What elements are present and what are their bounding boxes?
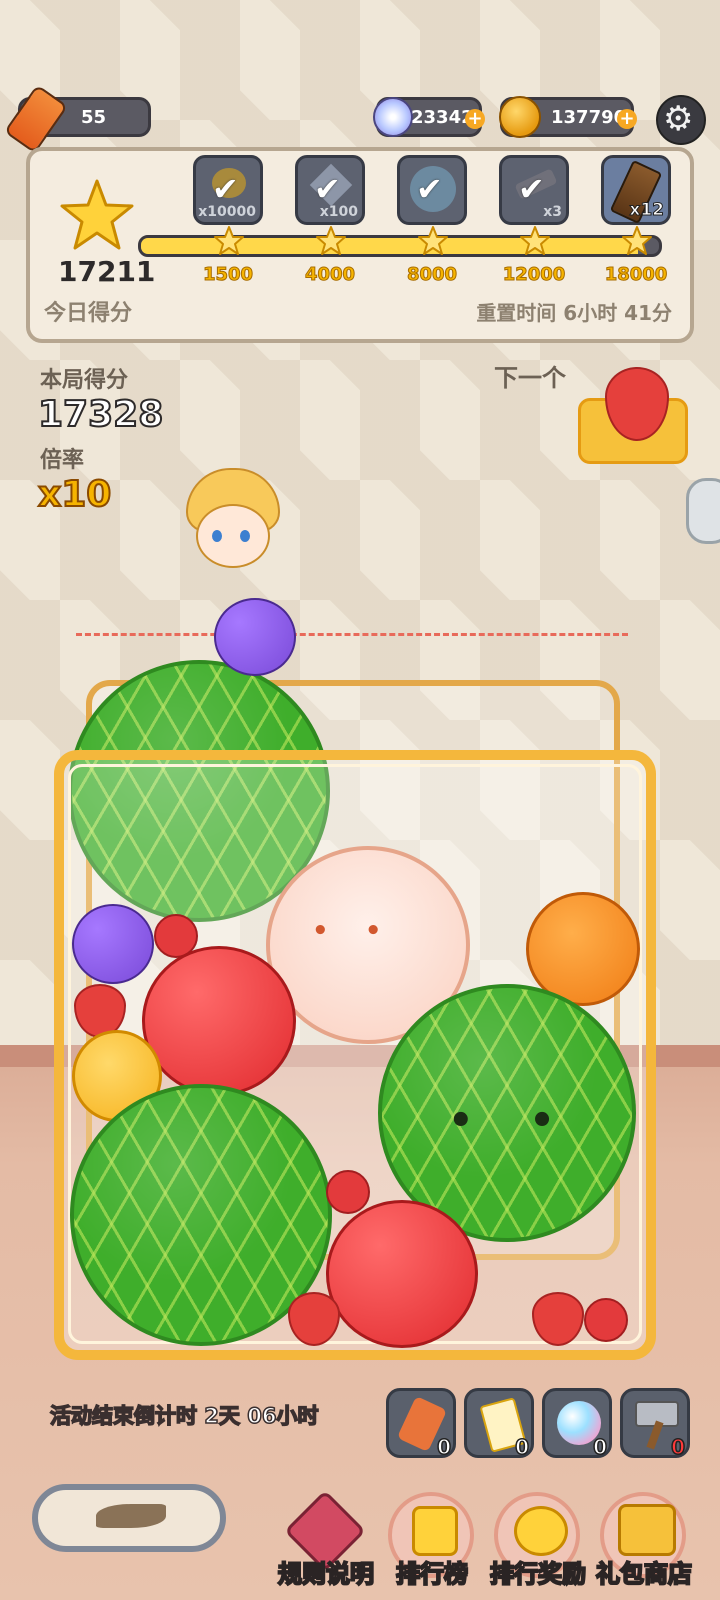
apple-fruit — [142, 946, 296, 1096]
milestone-star-icon — [418, 226, 448, 255]
reward-multiplier: x12 — [629, 200, 665, 221]
reward-box-1[interactable]: ✔ x10000 — [193, 155, 263, 225]
grape-fruit — [72, 904, 154, 984]
gift-shop-icon — [618, 1504, 676, 1556]
milestone-star-icon — [316, 226, 346, 255]
reward-multiplier: x100 — [319, 204, 358, 220]
leaderboard-icon — [412, 1506, 458, 1556]
rank-reward-icon — [514, 1506, 568, 1556]
multiplier-value: x10 — [37, 473, 112, 516]
energy-value: 55 — [81, 106, 107, 128]
tool-slot-hammer[interactable]: 0 — [620, 1388, 690, 1460]
milestone-label: 1500 — [202, 264, 254, 286]
reward-multiplier: x10000 — [198, 204, 256, 220]
daily-score-label: 今日得分 — [44, 301, 133, 326]
gear-icon: ⚙ — [663, 99, 694, 139]
big-star-icon — [60, 179, 134, 250]
next-label: 下一个 — [494, 364, 566, 392]
gems-counter[interactable]: 23342 + — [373, 97, 485, 137]
event-countdown: 活动结束倒计时 2天 06小时 — [49, 1403, 319, 1429]
coins-value: 137790 — [551, 106, 627, 128]
tool-slot-candy[interactable]: 0 — [386, 1388, 456, 1460]
next-fruit-holder — [578, 367, 688, 464]
gems-plus-button[interactable]: + — [465, 109, 485, 129]
multiplier-label: 倍率 — [40, 448, 85, 473]
nav-label-leaderboard: 排行榜 — [395, 1559, 469, 1589]
coins-counter[interactable]: 137790 + — [499, 96, 637, 138]
melon-face: • • — [448, 1098, 555, 1144]
milestone-star-icon — [520, 226, 550, 255]
reset-time-text: 重置时间 6小时 41分 — [476, 301, 672, 325]
reward-box-4[interactable]: ✔ x3 — [499, 155, 569, 225]
tool-count: 0 — [670, 1434, 685, 1460]
tool-count: 0 — [592, 1434, 607, 1460]
reward-box-3[interactable]: ✔ — [397, 155, 467, 225]
milestone-label: 18000 — [604, 264, 668, 286]
peach-face: • • — [312, 916, 382, 946]
nav-label-gift-shop: 礼包商店 — [595, 1559, 693, 1589]
side-tab[interactable] — [686, 478, 720, 544]
drop-line — [76, 633, 628, 636]
reward-multiplier: x3 — [543, 204, 562, 220]
reward-box-5[interactable]: x12 — [601, 155, 671, 225]
menu-button[interactable] — [32, 1484, 226, 1552]
character-avatar — [178, 468, 282, 574]
milestone-label: 4000 — [304, 264, 356, 286]
checkmark-icon: ✔ — [212, 170, 239, 208]
milestone-star-icon — [622, 226, 652, 255]
checkmark-icon: ✔ — [314, 170, 341, 208]
strawberry-icon — [605, 367, 669, 441]
tool-count: 0 — [436, 1434, 451, 1460]
apple-fruit — [326, 1200, 478, 1348]
tool-slot-card[interactable]: 0 — [464, 1388, 534, 1460]
tool-slot-orb[interactable]: 0 — [542, 1388, 612, 1460]
daily-total-score: 17211 — [58, 255, 156, 288]
nav-label-rank-reward: 排行奖励 — [489, 1559, 587, 1589]
checkmark-icon: ✔ — [518, 170, 545, 208]
checkmark-icon: ✔ — [416, 170, 443, 208]
round-score-value: 17328 — [37, 393, 164, 436]
gem-icon — [373, 97, 413, 137]
milestone-label: 12000 — [502, 264, 566, 286]
round-score-label: 本局得分 — [40, 368, 129, 393]
cherry-fruit — [326, 1170, 370, 1214]
reward-box-2[interactable]: ✔ x100 — [295, 155, 365, 225]
milestone-star-icon — [214, 226, 244, 255]
wing-icon — [96, 1504, 166, 1528]
coins-plus-button[interactable]: + — [617, 109, 637, 129]
cherry-fruit — [584, 1298, 628, 1342]
coin-icon — [499, 96, 541, 138]
grape-fruit — [214, 598, 296, 676]
tool-count: 0 — [514, 1434, 529, 1460]
milestone-label: 8000 — [406, 264, 458, 286]
nav-label-rules: 规则说明 — [277, 1559, 375, 1589]
energy-counter[interactable]: 55 — [3, 84, 151, 154]
settings-button[interactable]: ⚙ — [656, 95, 706, 145]
